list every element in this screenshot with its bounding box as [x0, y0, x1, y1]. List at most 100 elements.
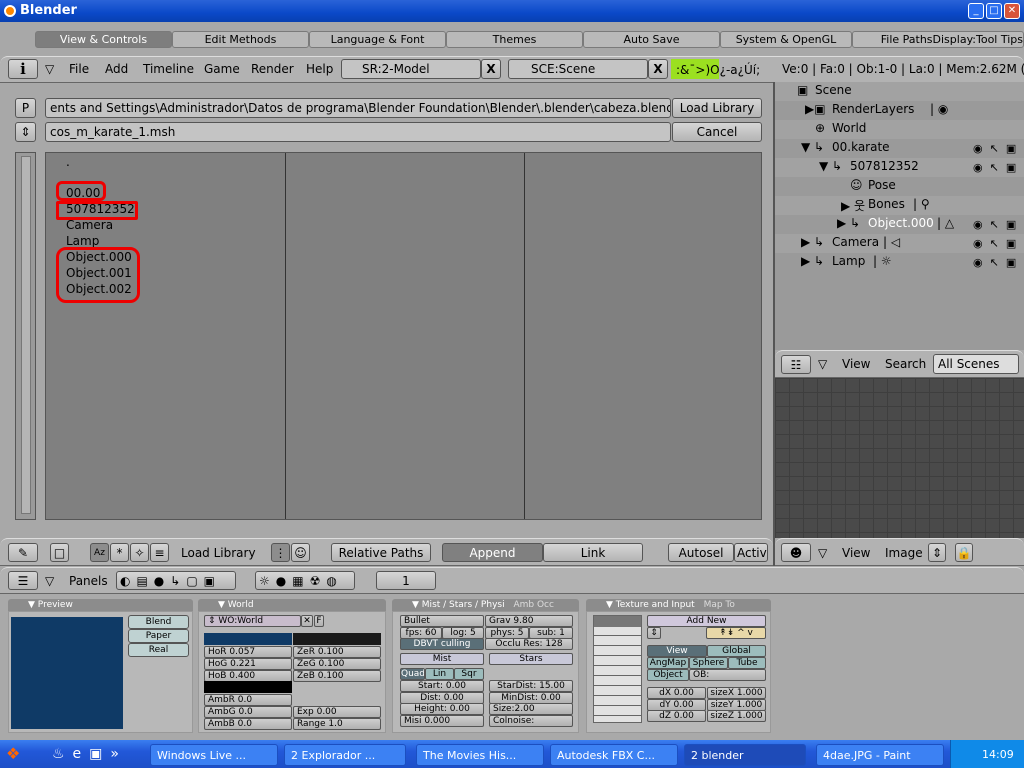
taskbar-item[interactable]: 4dae.JPG - Paint — [816, 744, 944, 766]
dx-field[interactable]: dX 0.00 — [647, 687, 706, 699]
taskbar-item[interactable]: Windows Live ... — [150, 744, 278, 766]
misi-slider[interactable]: Misi 0.000 — [400, 715, 484, 727]
outliner-row-renderlayers[interactable]: ▶▣ RenderLayers | ◉ — [775, 101, 1024, 120]
cancel-button[interactable]: Cancel — [672, 122, 762, 142]
real-button[interactable]: Real — [128, 643, 189, 657]
menu-image[interactable]: Image — [885, 546, 923, 560]
minimize-button[interactable]: _ — [968, 3, 984, 19]
info-editor-type-icon[interactable]: i — [8, 59, 38, 79]
tab-language-font[interactable]: Language & Font — [309, 31, 446, 48]
sort-menu-button[interactable]: ⇕ — [15, 122, 36, 142]
taskbar-item[interactable]: 2 blender — [684, 744, 806, 766]
mist-toggle[interactable]: Mist — [400, 653, 484, 665]
close-button[interactable]: ✕ — [1004, 3, 1020, 19]
image-editor-type-icon[interactable]: ☻ — [781, 543, 811, 562]
exp-slider[interactable]: Exp 0.00 — [293, 706, 381, 718]
zenith-color-swatch[interactable] — [293, 633, 381, 645]
tab-system-opengl[interactable]: System & OpenGL — [720, 31, 852, 48]
menu-search[interactable]: Search — [885, 357, 926, 371]
star-size-slider[interactable]: Size:2.00 — [489, 703, 573, 715]
sizex-field[interactable]: sizeX 1.000 — [707, 687, 766, 699]
sort-time-icon[interactable]: * — [110, 543, 129, 562]
taskbar-item[interactable]: Autodesk FBX C... — [550, 744, 678, 766]
mist-panel-header[interactable]: ▼ Mist / Stars / Physi Amb Occ — [392, 599, 579, 611]
filename-field[interactable]: cos_m_karate_1.msh — [45, 122, 671, 142]
quick-launch-icons[interactable]: ♨e▣» — [52, 746, 127, 762]
lin-option[interactable]: Lin — [425, 668, 454, 680]
parent-dir-button[interactable]: P — [15, 98, 36, 118]
zeb-slider[interactable]: ZeB 0.100 — [293, 670, 381, 682]
directory-path-field[interactable]: ents and Settings\Administrador\Datos de… — [45, 98, 671, 118]
image-browse-button[interactable]: ⇕ — [928, 543, 946, 562]
menu-view[interactable]: View — [842, 357, 870, 371]
hide-dot-files-icon[interactable]: ☺ — [291, 543, 310, 562]
blend-button[interactable]: Blend — [128, 615, 189, 629]
lock-icon[interactable]: 🔒 — [955, 543, 973, 562]
file-item[interactable]: Lamp — [66, 234, 99, 248]
taskbar-item[interactable]: 2 Explorador ... — [284, 744, 406, 766]
outliner-display-select[interactable]: All Scenes — [933, 354, 1019, 374]
maximize-button[interactable]: □ — [986, 3, 1002, 19]
start-button[interactable]: ❖ — [6, 744, 36, 766]
collapse-menu-icon[interactable]: ▽ — [818, 357, 827, 371]
link-button[interactable]: Link — [543, 543, 643, 562]
world-panel-header[interactable]: ▼ World — [198, 599, 386, 611]
tab-view-controls[interactable]: View & Controls — [35, 31, 172, 48]
angmap-option[interactable]: AngMap — [647, 657, 689, 669]
global-option[interactable]: Global — [707, 645, 766, 657]
dbvt-culling-toggle[interactable]: DBVT culling — [400, 638, 484, 650]
physics-engine-select[interactable]: Bullet — [400, 615, 484, 627]
frame-number-field[interactable]: 1 — [376, 571, 436, 590]
tube-option[interactable]: Tube — [728, 657, 766, 669]
fullscreen-toggle-icon[interactable]: □ — [50, 543, 69, 562]
file-browser-editor-type-icon[interactable]: ✎ — [8, 543, 38, 562]
autosel-button[interactable]: Autosel — [668, 543, 734, 562]
texture-browse-button[interactable]: ⇕ — [647, 627, 661, 639]
menu-add[interactable]: Add — [105, 62, 128, 76]
sort-alpha-icon[interactable]: Az — [90, 543, 109, 562]
delete-screen-button[interactable]: X — [481, 59, 501, 79]
panels-menu[interactable]: Panels — [69, 574, 108, 588]
preview-panel-header[interactable]: ▼ Preview — [8, 599, 193, 611]
collapse-menu-icon[interactable]: ▽ — [818, 546, 827, 560]
tab-file-paths[interactable]: File PathsDisplay:Tool Tips — [852, 31, 1024, 48]
menu-help[interactable]: Help — [306, 62, 333, 76]
append-button[interactable]: Append — [442, 543, 543, 562]
horizon-color-swatch[interactable] — [204, 633, 292, 645]
sort-extension-icon[interactable]: ≡ — [150, 543, 169, 562]
shading-context-buttons[interactable]: ☼●▦☢◍ — [255, 571, 355, 590]
scene-selector[interactable]: SCE:Scene — [508, 59, 648, 79]
visibility-toggles[interactable]: ◉↖▣ ◉↖▣ ◉↖▣ ◉↖▣ ◉↖▣ — [973, 139, 1023, 272]
hor-slider[interactable]: HoR 0.057 — [204, 646, 292, 658]
stardist-field[interactable]: StarDist: 15.00 — [489, 680, 573, 692]
menu-game[interactable]: Game — [204, 62, 240, 76]
tab-amb-occ[interactable]: Amb Occ — [513, 600, 553, 610]
outliner-row-world[interactable]: ⊕ World — [775, 120, 1024, 139]
ambient-color-swatch[interactable] — [204, 681, 292, 693]
texture-channel-list[interactable] — [593, 615, 642, 723]
menu-render[interactable]: Render — [251, 62, 294, 76]
sqr-option[interactable]: Sqr — [454, 668, 484, 680]
collapse-menu-icon[interactable]: ▽ — [45, 574, 54, 588]
details-toggle-icon[interactable]: ⋮ — [271, 543, 290, 562]
load-library-button[interactable]: Load Library — [672, 98, 762, 118]
tab-edit-methods[interactable]: Edit Methods — [172, 31, 309, 48]
ambr-slider[interactable]: AmbR 0.0 — [204, 694, 292, 706]
file-item[interactable]: . — [66, 155, 70, 169]
colnoise-slider[interactable]: Colnoise: — [489, 715, 573, 727]
tab-map-to[interactable]: Map To — [704, 600, 735, 610]
context-buttons[interactable]: ◐▤●↳▢▣ — [116, 571, 236, 590]
file-item[interactable]: Camera — [66, 218, 113, 232]
hog-slider[interactable]: HoG 0.221 — [204, 658, 292, 670]
outliner-editor-type-icon[interactable]: ☷ — [781, 355, 811, 374]
sort-size-icon[interactable]: ✧ — [130, 543, 149, 562]
outliner-row-scene[interactable]: ▣ Scene — [775, 82, 1024, 101]
dz-field[interactable]: dZ 0.00 — [647, 710, 706, 722]
taskbar-item[interactable]: The Movies His... — [416, 744, 544, 766]
texture-order-buttons[interactable]: ↟↡ ^ v — [706, 627, 766, 639]
tab-auto-save[interactable]: Auto Save — [583, 31, 720, 48]
sphere-option[interactable]: Sphere — [689, 657, 728, 669]
collapse-menu-icon[interactable]: ▽ — [45, 62, 54, 76]
zer-slider[interactable]: ZeR 0.100 — [293, 646, 381, 658]
tab-themes[interactable]: Themes — [446, 31, 583, 48]
